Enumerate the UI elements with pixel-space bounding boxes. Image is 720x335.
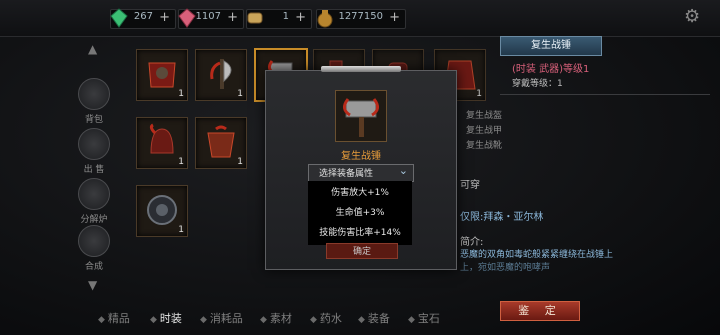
gold-bag-icon (317, 10, 333, 28)
sell-bag-icon (78, 128, 110, 160)
gear-icon[interactable]: ⚙ (684, 6, 706, 28)
modal-item-name: 复生战锤 (341, 151, 381, 162)
item-count: 1 (476, 89, 482, 99)
dropdown-label: 选择装备属性 (319, 169, 374, 179)
wearable-status: 可穿 (460, 180, 480, 191)
sidebar-item-label: 出 售 (83, 165, 105, 175)
tab-materials[interactable]: ◆ 素材 (260, 310, 292, 326)
item-count: 1 (178, 225, 184, 235)
tab-label: 素材 (269, 312, 292, 325)
tab-fashion[interactable]: ◆ 时装 (150, 310, 182, 326)
currency-scroll: 1 + (246, 9, 312, 29)
item-count: 1 (178, 89, 184, 99)
tab-label: 消耗品 (209, 312, 243, 325)
sidebar-item-label: 背包 (84, 115, 103, 125)
add-currency-button[interactable]: + (159, 10, 170, 25)
scroll-up-arrow-icon[interactable]: ▲ (88, 42, 97, 56)
currency-green-gem: 267 + (110, 8, 176, 29)
category-tabs: ◆ 精品 ◆ 时装 ◆ 消耗品 ◆ 素材 ◆ 药水 ◆ 装备 ◆ 宝石 (92, 308, 492, 330)
item-type-line: (时装 武器)等级1 (512, 64, 590, 75)
add-currency-button[interactable]: + (295, 10, 306, 25)
item-count: 1 (237, 89, 243, 99)
tab-label: 宝石 (417, 312, 440, 325)
currency-pink-gem: 1107 + (178, 8, 244, 29)
chevron-down-icon: ⌄ (398, 164, 408, 177)
tab-label: 精品 (107, 312, 130, 325)
attribute-option[interactable]: 伤害放大+1% (308, 185, 412, 198)
set-item: 复生战盔 (466, 111, 503, 121)
sidebar-item-label: 合成 (84, 262, 103, 272)
item-count: 1 (178, 157, 184, 167)
tab-gems[interactable]: ◆ 宝石 (408, 310, 440, 326)
attribute-option[interactable]: 生命值+3% (308, 205, 412, 218)
armor-item-icon (148, 62, 176, 88)
axe-item-icon (210, 59, 232, 89)
item-slot[interactable]: 1 (195, 117, 247, 169)
scroll-down-arrow-icon[interactable]: ▼ (88, 278, 97, 292)
attribute-option[interactable]: 技能伤害比率+14% (308, 225, 412, 238)
helmet-item-icon (149, 123, 174, 154)
item-slot[interactable]: 1 (195, 49, 247, 101)
add-currency-button[interactable]: + (389, 10, 400, 25)
backpack-icon (78, 78, 110, 110)
intro-text: 上，宛如恶魔的咆哮声 (460, 263, 551, 273)
green-gem-icon (110, 8, 128, 28)
attribute-dropdown[interactable]: 选择装备属性 ⌄ (308, 164, 414, 182)
sidebar-item-backpack[interactable]: 背包 (72, 78, 116, 125)
currency-value: 1277150 (338, 11, 383, 22)
sidebar-item-decompose[interactable]: 分解炉 (72, 178, 116, 225)
tab-label: 时装 (159, 312, 182, 325)
hammer-item-icon (343, 98, 379, 137)
chestplate-item-icon (207, 125, 235, 158)
wear-level: 穿戴等级：1 (512, 79, 563, 89)
shield-item-icon (147, 195, 177, 225)
modal-confirm-button[interactable]: 确定 (326, 243, 398, 259)
decompose-icon (78, 178, 110, 210)
currency-value: 267 (133, 11, 153, 22)
currency-value: 1107 (195, 11, 221, 22)
sidebar: ▲ 背包 出 售 分解炉 合成 ▼ (72, 40, 118, 300)
attribute-options-list: 伤害放大+1% 生命值+3% 技能伤害比率+14% (308, 181, 412, 245)
add-currency-button[interactable]: + (227, 10, 238, 25)
tab-boutique[interactable]: ◆ 精品 (98, 310, 130, 326)
appraise-button[interactable]: 鉴 定 (500, 301, 580, 321)
sidebar-item-synthesis[interactable]: 合成 (72, 225, 116, 272)
currency-value: 1 (282, 11, 289, 22)
currency-bar: 267 + 1107 + 1 + 1277150 + ⚙ (0, 0, 720, 37)
item-slot[interactable]: 1 (136, 185, 188, 237)
tab-label: 药水 (319, 312, 342, 325)
item-slot[interactable]: 1 (136, 49, 188, 101)
currency-gold: 1277150 + (316, 9, 406, 29)
tab-equipment[interactable]: ◆ 装备 (358, 310, 390, 326)
pink-gem-icon (178, 8, 196, 28)
modal-item-slot (335, 90, 387, 142)
tab-potions[interactable]: ◆ 药水 (310, 310, 342, 326)
scroll-icon (247, 12, 263, 24)
item-count: 1 (237, 157, 243, 167)
set-item: 复生战靴 (466, 141, 503, 151)
tab-consumables[interactable]: ◆ 消耗品 (200, 310, 243, 326)
sidebar-item-sell[interactable]: 出 售 (72, 128, 116, 175)
class-restriction: 仅限:拜森・亚尔林 (460, 212, 544, 223)
button-label: 确定 (353, 247, 372, 257)
modal-top-edge (321, 66, 401, 72)
tab-label: 装备 (367, 312, 390, 325)
attribute-select-modal: 复生战锤 选择装备属性 ⌄ 伤害放大+1% 生命值+3% 技能伤害比率+14% … (265, 66, 457, 270)
intro-label: 简介: (460, 237, 484, 248)
item-name-banner: 复生战锤 (500, 36, 602, 56)
sidebar-item-label: 分解炉 (80, 215, 108, 225)
set-item: 复生战甲 (466, 126, 503, 136)
synthesis-icon (78, 225, 110, 257)
item-slot[interactable]: 1 (136, 117, 188, 169)
intro-text: 恶魔的双角如毒蛇般紧紧缠绕在战锤上 (460, 250, 614, 260)
item-detail-panel: 复生战锤 (时装 武器)等级1 穿戴等级：1 复生战盔 复生战甲 复生战靴 可穿… (460, 36, 710, 298)
divider (500, 94, 710, 95)
